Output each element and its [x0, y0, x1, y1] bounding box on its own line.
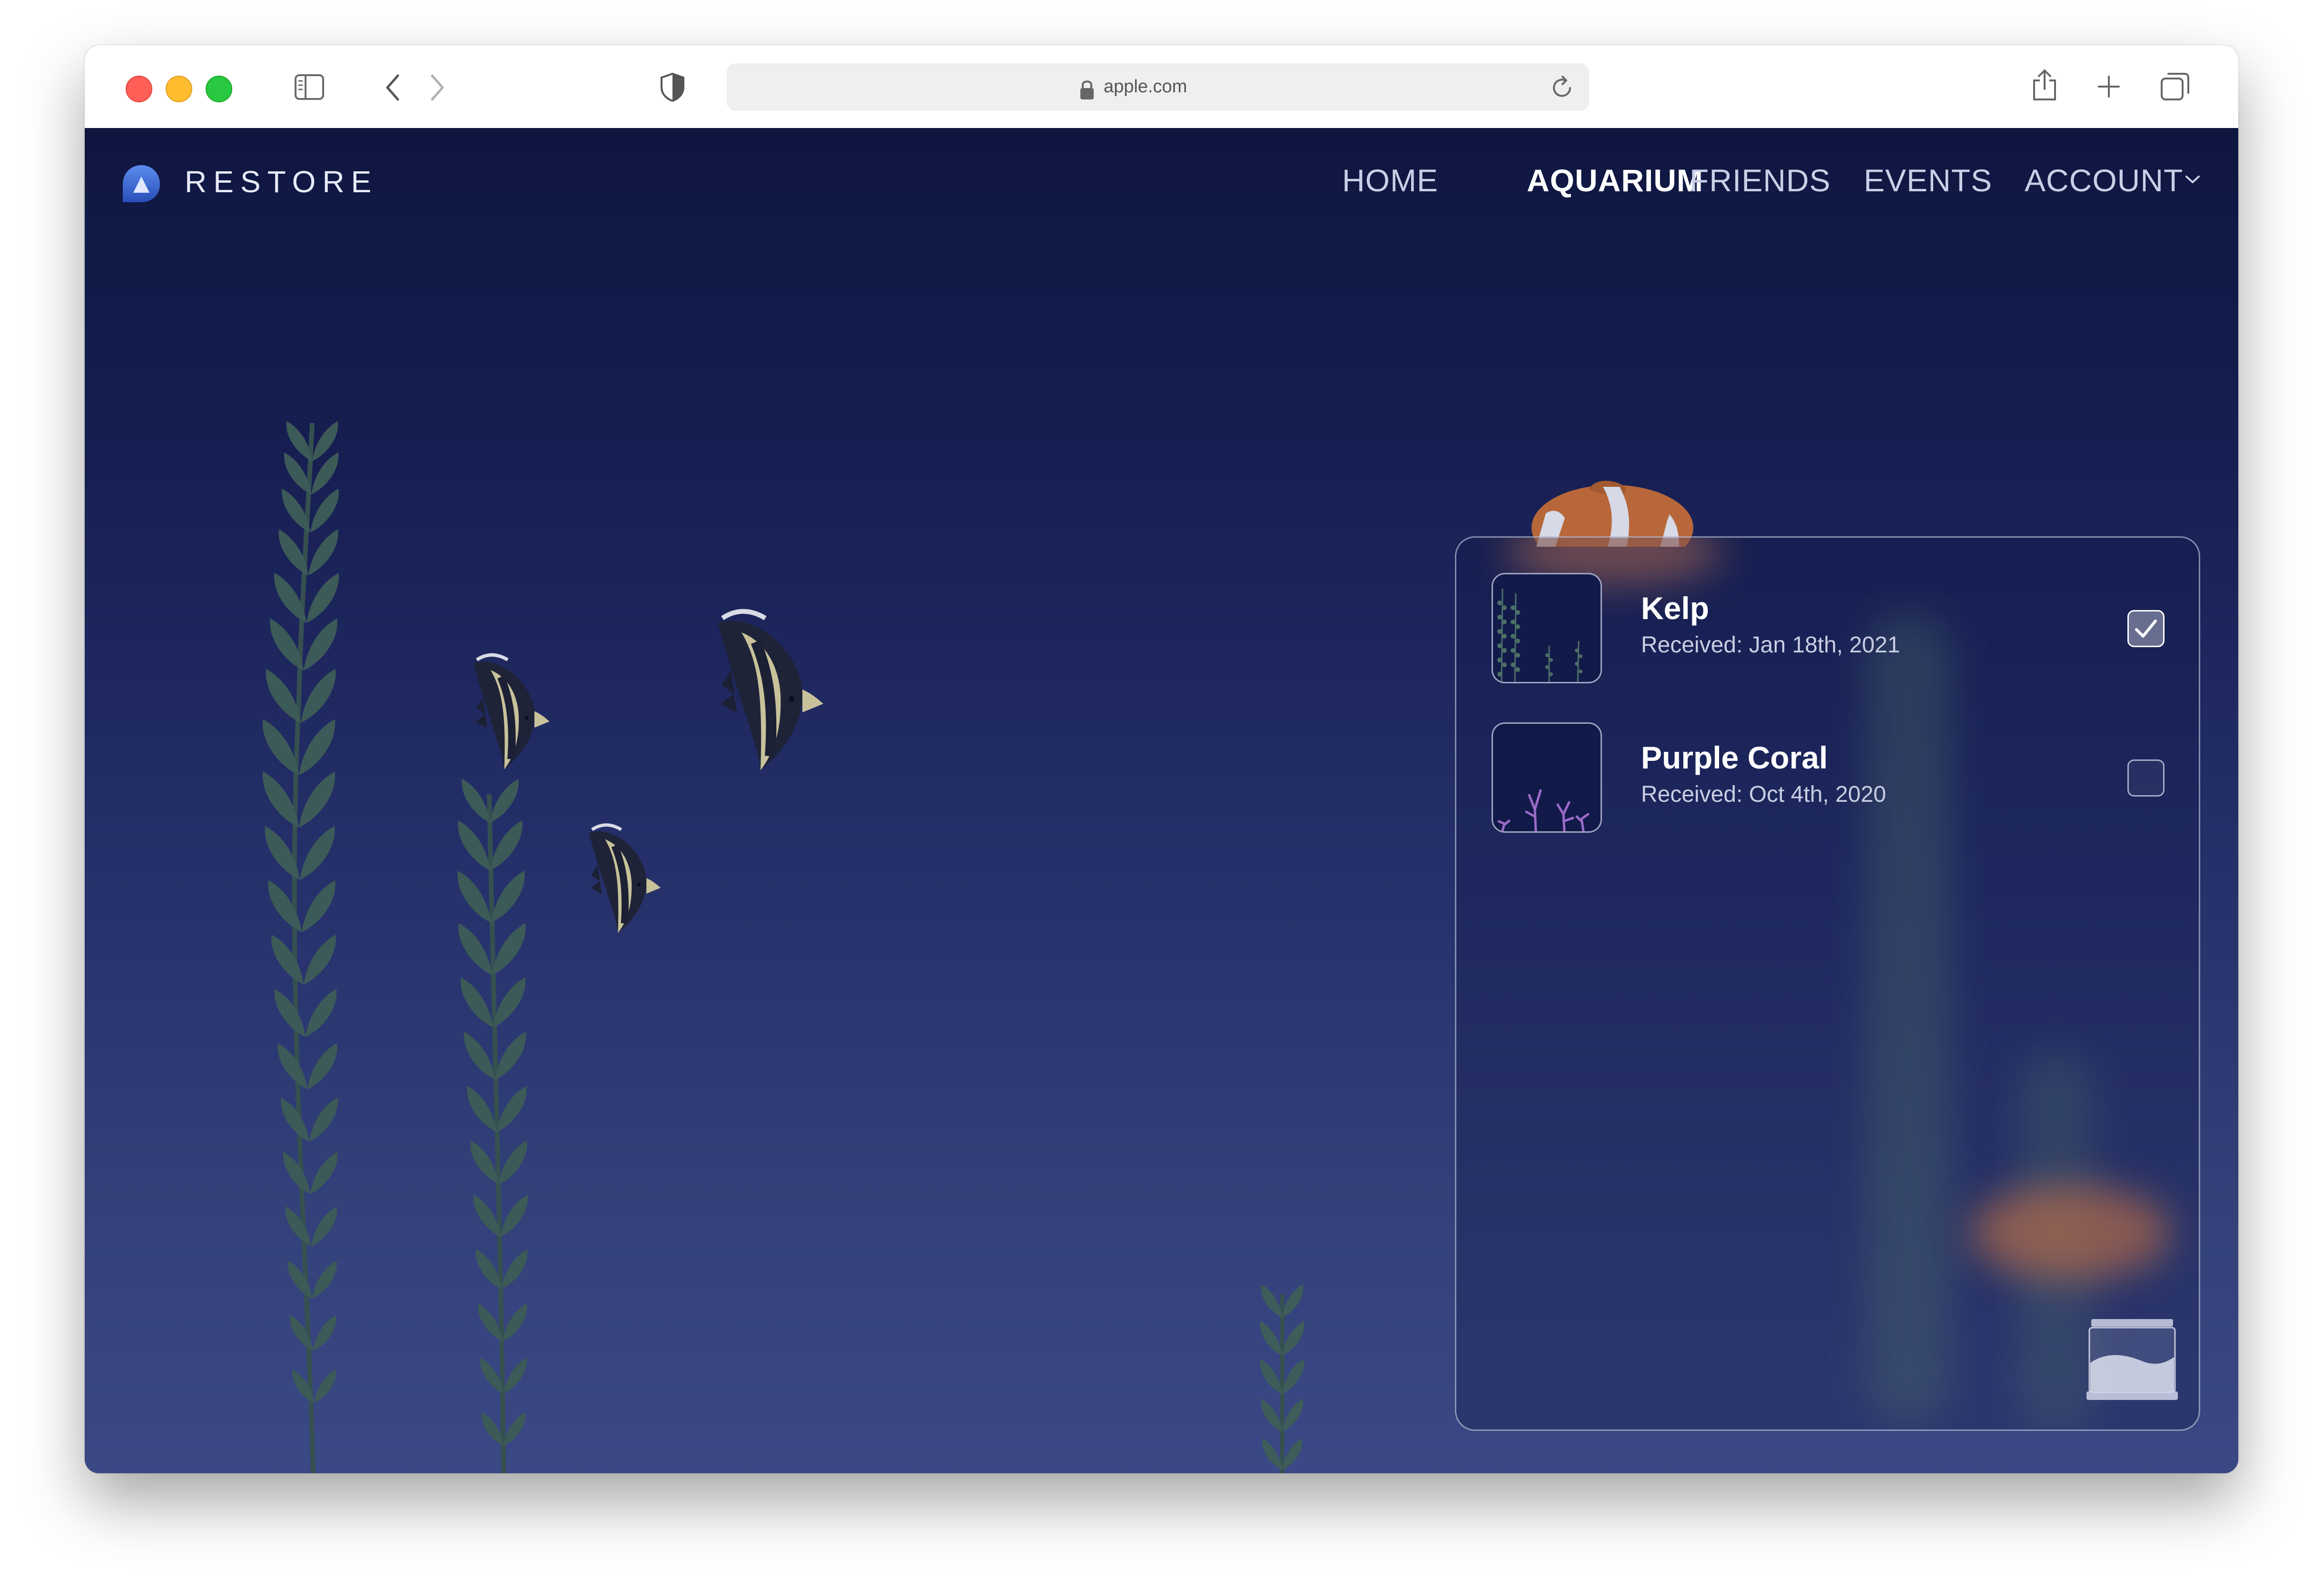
- purple-coral-thumbnail: [1492, 722, 1602, 833]
- forward-icon[interactable]: [427, 73, 446, 105]
- inventory-item-purple-coral[interactable]: Purple Coral Received: Oct 4th, 2020: [1492, 722, 2167, 835]
- item-select-checkbox[interactable]: [2127, 759, 2165, 797]
- brand-name[interactable]: RESTORE: [185, 164, 378, 199]
- inventory-panel: Kelp Received: Jan 18th, 2021 Purple Cor…: [1455, 536, 2200, 1431]
- tabs-overview-icon[interactable]: [2160, 71, 2191, 103]
- inventory-item-kelp[interactable]: Kelp Received: Jan 18th, 2021: [1492, 573, 2167, 685]
- aquarium-tank-icon[interactable]: [2085, 1317, 2180, 1405]
- blurred-clownfish: [1970, 1185, 2170, 1280]
- item-received-date: Received: Jan 18th, 2021: [1641, 632, 1900, 658]
- back-icon[interactable]: [384, 73, 403, 105]
- item-select-checkbox[interactable]: [2127, 610, 2165, 647]
- browser-toolbar: apple.com: [85, 45, 2238, 129]
- nav-account[interactable]: ACCOUNT: [2025, 162, 2183, 198]
- item-name: Kelp: [1641, 591, 1710, 626]
- reload-icon[interactable]: [1548, 74, 1576, 103]
- restore-logo-icon[interactable]: [120, 162, 163, 207]
- new-tab-icon[interactable]: [2097, 75, 2121, 107]
- shield-icon[interactable]: [660, 72, 685, 104]
- minimize-window-button[interactable]: [166, 76, 192, 102]
- zoom-window-button[interactable]: [206, 76, 232, 102]
- share-icon[interactable]: [2031, 68, 2058, 100]
- sidebar-icon[interactable]: [294, 74, 325, 106]
- url-text: apple.com: [1104, 77, 1187, 97]
- clownfish-icon: [1532, 481, 1693, 547]
- nav-home[interactable]: HOME: [1342, 162, 1438, 198]
- kelp-thumbnail: [1492, 573, 1602, 683]
- close-window-button[interactable]: [126, 76, 152, 102]
- browser-window: apple.com RESTORE HOME AQUARIUM FRIENDS …: [85, 45, 2238, 1473]
- lock-icon: [1079, 79, 1095, 102]
- aquarium-page: RESTORE HOME AQUARIUM FRIENDS EVENTS ACC…: [85, 128, 2238, 1473]
- chevron-down-icon[interactable]: [2185, 175, 2201, 187]
- item-name: Purple Coral: [1641, 740, 1828, 775]
- nav-events[interactable]: EVENTS: [1864, 162, 1992, 198]
- nav-friends[interactable]: FRIENDS: [1690, 162, 1831, 198]
- checkmark-icon: [2135, 620, 2157, 638]
- address-bar[interactable]: apple.com: [727, 63, 1589, 111]
- item-received-date: Received: Oct 4th, 2020: [1641, 782, 1886, 807]
- nav-aquarium[interactable]: AQUARIUM: [1527, 162, 1703, 198]
